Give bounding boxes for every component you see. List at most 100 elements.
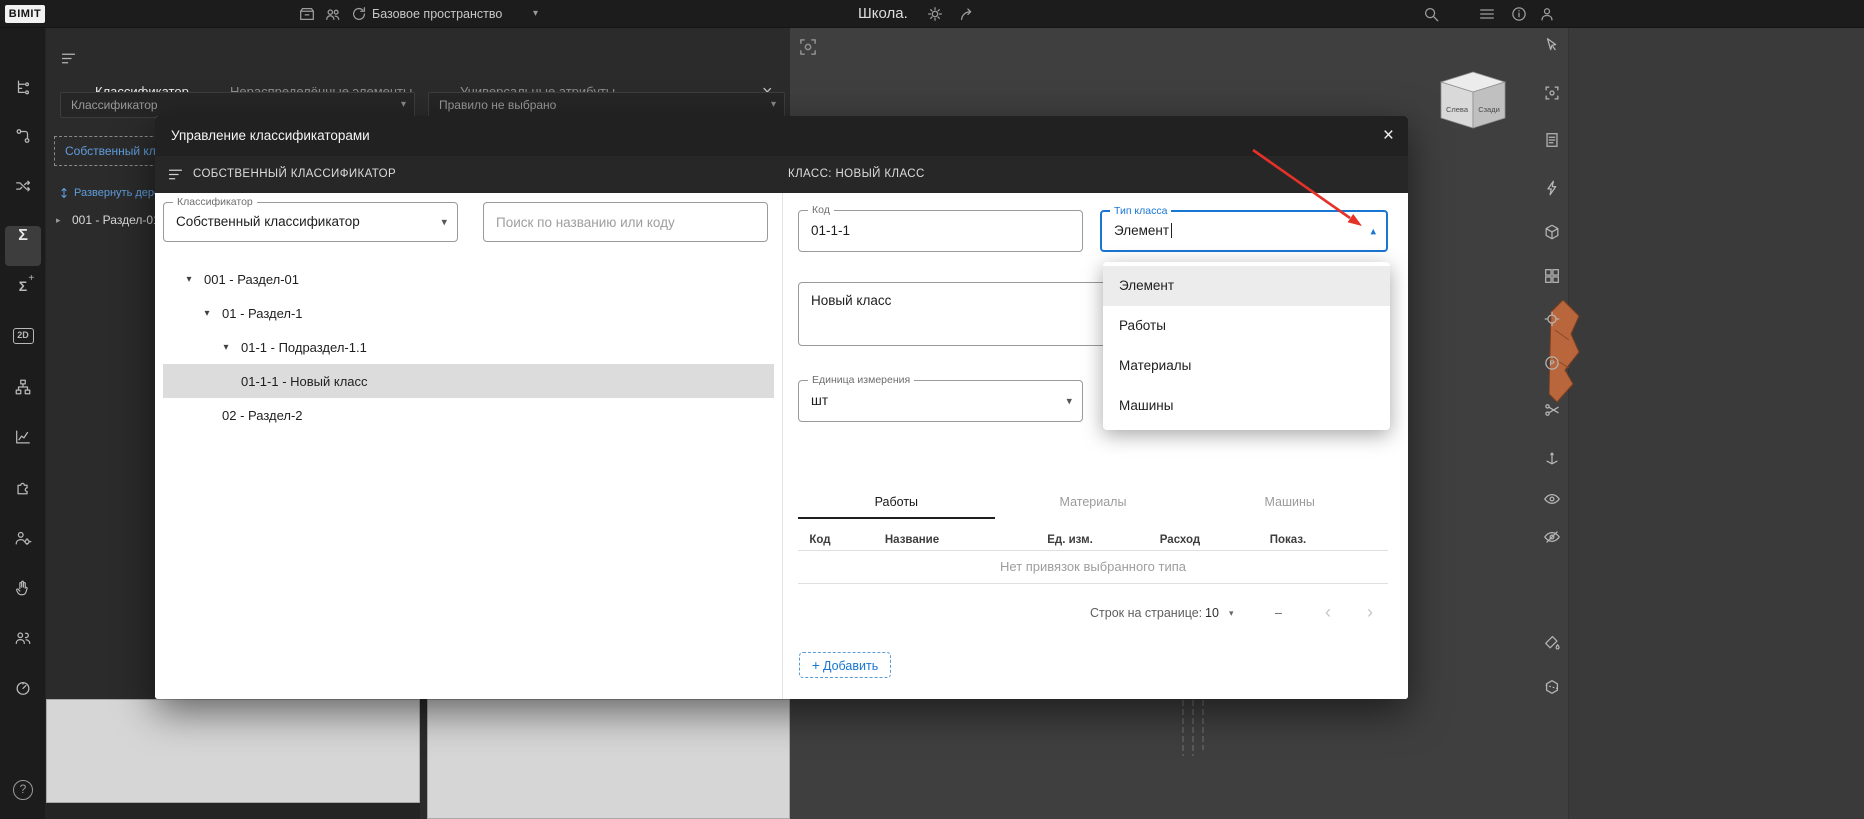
caret-down-icon[interactable]: ▾ xyxy=(200,308,214,319)
column-header-consumption: Расход xyxy=(1160,534,1200,546)
classifier-select[interactable]: Классификатор Собственный классификатор … xyxy=(163,202,458,242)
column-header-display: Показ. xyxy=(1270,534,1307,546)
user-settings-icon[interactable] xyxy=(0,529,46,547)
route-icon[interactable] xyxy=(0,127,46,145)
clipboard-icon[interactable] xyxy=(1537,131,1567,149)
cube-face-left-label[interactable]: Слева xyxy=(1446,105,1469,114)
chart-icon[interactable] xyxy=(0,428,46,446)
menu-option-element[interactable]: Элемент xyxy=(1103,266,1390,306)
caret-up-icon[interactable]: ▴ xyxy=(1370,225,1376,238)
caret-down-icon[interactable]: ▾ xyxy=(182,274,196,285)
tree-node[interactable]: 02 - Раздел-2 xyxy=(163,398,774,432)
app-logo: BIMIT xyxy=(5,5,45,23)
menu-option-machines[interactable]: Машины xyxy=(1103,386,1390,426)
rule-filter-select[interactable]: Правило не выбрано ▾ xyxy=(428,92,785,118)
eye-off-icon[interactable] xyxy=(1537,528,1567,546)
bindings-tabs: Работы Материалы Машины xyxy=(798,487,1388,519)
previous-page-button[interactable]: ‹ xyxy=(1325,598,1331,628)
sigma-icon[interactable]: Σ xyxy=(0,227,46,245)
column-header-name: Название xyxy=(885,534,939,546)
caret-down-icon[interactable]: ▾ xyxy=(1066,395,1072,408)
dialog-title: Управление классификаторами xyxy=(171,116,370,156)
tree-node-label: 01-1-1 - Новый класс xyxy=(241,374,368,389)
list-icon[interactable] xyxy=(167,166,184,183)
tree-node[interactable]: ▾ 001 - Раздел-01 xyxy=(163,262,774,296)
caret-down-icon[interactable]: ▾ xyxy=(219,342,233,353)
tree-node-label: 01 - Раздел-1 xyxy=(222,306,303,321)
help-button[interactable]: ? xyxy=(13,780,33,800)
dialog-close-icon[interactable]: × xyxy=(1383,116,1394,156)
unit-select[interactable]: Единица измерения шт ▾ xyxy=(798,380,1083,422)
grid-icon[interactable] xyxy=(1537,267,1567,285)
column-header-unit: Ед. изм. xyxy=(1047,534,1093,546)
structure-tree-icon[interactable] xyxy=(0,78,46,96)
model-scaffold-lines xyxy=(1178,700,1208,758)
shuffle-icon[interactable] xyxy=(0,177,46,195)
class-type-select[interactable]: Тип класса Элемент ▴ xyxy=(1100,210,1388,252)
caret-right-icon[interactable]: ▸ xyxy=(56,215,68,226)
search-icon[interactable] xyxy=(1422,5,1440,23)
user-account-icon[interactable] xyxy=(1538,5,1556,23)
navigation-cube[interactable]: Слева Сзади xyxy=(1438,69,1508,131)
search-input[interactable] xyxy=(483,202,768,242)
space-selector[interactable]: Базовое пространство xyxy=(372,0,502,28)
classifier-filter-select[interactable]: Классификатор ▾ xyxy=(60,92,415,118)
tree-node[interactable]: ▾ 01-1 - Подраздел-1.1 xyxy=(163,330,774,364)
lightning-icon[interactable] xyxy=(1537,179,1567,197)
hierarchy-icon[interactable] xyxy=(0,378,46,396)
settings-gear-icon[interactable] xyxy=(926,5,944,23)
eye-icon[interactable] xyxy=(1537,490,1567,508)
hand-icon[interactable] xyxy=(0,579,46,597)
plus-icon: + xyxy=(812,657,820,673)
rows-per-page-select[interactable]: 10 xyxy=(1205,598,1219,628)
empty-state-text: Нет привязок выбранного типа xyxy=(798,550,1388,583)
tree-node-label: 02 - Раздел-2 xyxy=(222,408,303,423)
2d-view-icon[interactable]: 2D xyxy=(0,328,46,344)
team-icon[interactable] xyxy=(324,5,342,23)
space-selector-caret-icon[interactable]: ▾ xyxy=(533,0,538,28)
tab-works[interactable]: Работы xyxy=(798,487,995,519)
bottom-left-panel-footer xyxy=(46,803,420,819)
box-3d-icon[interactable] xyxy=(1537,223,1567,241)
frame-icon[interactable] xyxy=(1537,84,1567,102)
cursor-icon[interactable] xyxy=(1537,36,1567,54)
sync-icon[interactable] xyxy=(350,5,368,23)
tab-materials[interactable]: Материалы xyxy=(995,487,1192,519)
puzzle-icon[interactable] xyxy=(0,478,46,496)
section-box-icon[interactable] xyxy=(1537,678,1567,696)
topbar: BIMIT Базовое пространство ▾ Школа. xyxy=(0,0,1864,28)
share-icon[interactable] xyxy=(958,5,976,23)
next-page-button[interactable]: › xyxy=(1367,598,1373,628)
menu-list-icon[interactable] xyxy=(1478,5,1496,23)
menu-option-materials[interactable]: Материалы xyxy=(1103,346,1390,386)
tree-node-selected[interactable]: 01-1-1 - Новый класс xyxy=(163,364,774,398)
caret-down-icon[interactable]: ▾ xyxy=(441,216,447,229)
tree-node[interactable]: ▾ 01 - Раздел-1 xyxy=(163,296,774,330)
rows-per-page-label: Строк на странице: xyxy=(1090,598,1202,628)
users-icon[interactable] xyxy=(0,629,46,647)
menu-option-works[interactable]: Работы xyxy=(1103,306,1390,346)
dialog-divider xyxy=(782,193,783,699)
caret-down-icon[interactable]: ▾ xyxy=(1229,598,1234,628)
axes-icon[interactable] xyxy=(1537,449,1567,467)
panel-menu-icon[interactable] xyxy=(60,50,77,67)
caret-down-icon: ▾ xyxy=(401,93,406,117)
gauge-icon[interactable] xyxy=(0,679,46,697)
workspace-box-icon[interactable] xyxy=(298,5,316,23)
section-cut-icon[interactable] xyxy=(1537,401,1567,419)
add-binding-button[interactable]: +Добавить xyxy=(799,652,891,678)
cube-face-back-label[interactable]: Сзади xyxy=(1478,105,1500,114)
info-icon[interactable] xyxy=(1510,5,1528,23)
table-divider xyxy=(798,583,1388,584)
target-icon[interactable] xyxy=(1537,310,1567,328)
bottom-center-panel xyxy=(427,699,790,819)
sigma-plus-icon[interactable]: Σ+ xyxy=(0,277,46,296)
own-classifier-header: СОБСТВЕННЫЙ КЛАССИФИКАТОР xyxy=(193,156,396,193)
viewport-frame-select-icon[interactable] xyxy=(797,36,819,58)
code-field[interactable]: Код 01-1-1 xyxy=(798,210,1083,252)
column-header-code: Код xyxy=(809,534,830,546)
panel-tree-node[interactable]: ▸ 001 - Раздел-01 xyxy=(56,210,160,230)
p-circle-icon[interactable]: P xyxy=(1537,354,1567,372)
paint-icon[interactable] xyxy=(1537,633,1567,651)
tab-machines[interactable]: Машины xyxy=(1191,487,1388,519)
